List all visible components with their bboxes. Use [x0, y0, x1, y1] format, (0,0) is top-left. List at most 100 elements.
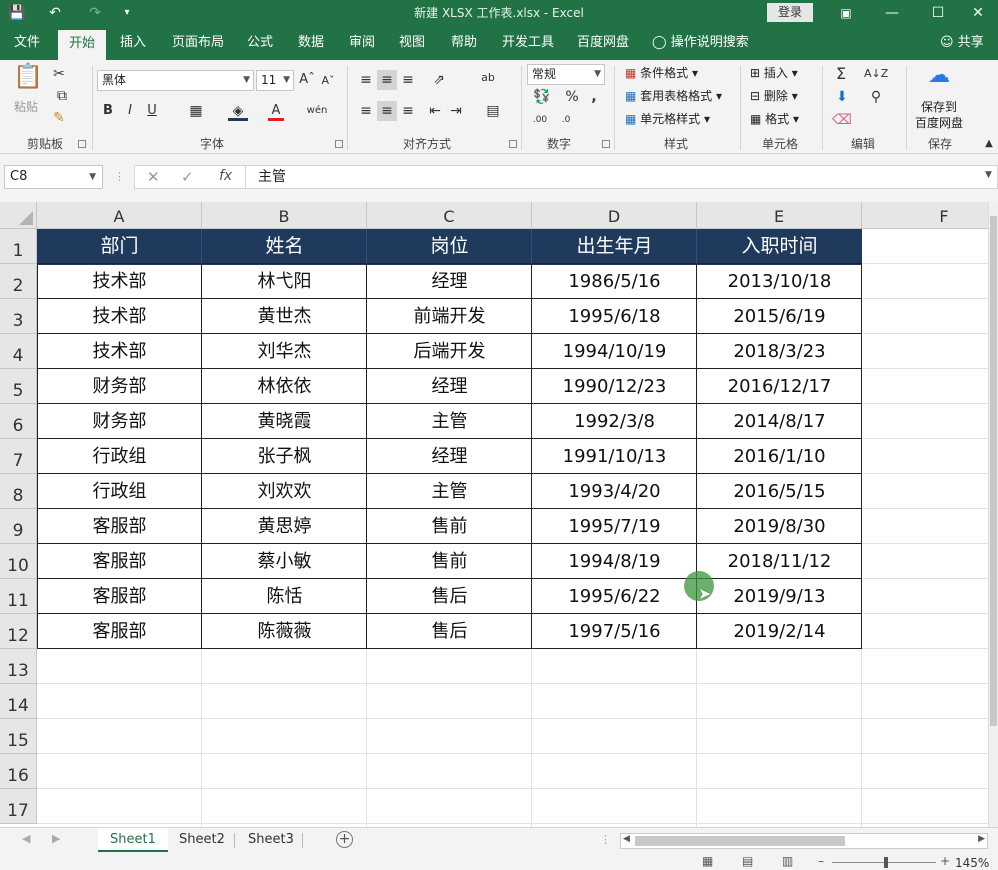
align-right-icon[interactable]: ≡ [398, 101, 418, 121]
sheet-tab-1[interactable]: Sheet1 [98, 828, 168, 852]
row-header-4[interactable]: 4 [0, 334, 37, 369]
increase-font-icon[interactable]: Aˆ [299, 70, 315, 90]
paste-icon[interactable]: 📋 [13, 64, 43, 94]
row-header-11[interactable]: 11 [0, 579, 37, 614]
table-cell[interactable]: 2014/8/17 [697, 404, 862, 439]
table-cell[interactable]: 前端开发 [367, 299, 532, 334]
format-as-table-button[interactable]: ▦ 套用表格格式 ▾ [625, 87, 722, 105]
table-cell[interactable]: 黄思婷 [202, 509, 367, 544]
table-cell[interactable]: 售后 [367, 579, 532, 614]
tab-page-layout[interactable]: 页面布局 [170, 26, 226, 60]
decrease-font-icon[interactable]: Aˇ [320, 71, 336, 91]
decrease-decimal-icon[interactable]: .0 [555, 110, 577, 130]
bold-button[interactable]: B [99, 101, 117, 121]
row-header-8[interactable]: 8 [0, 474, 37, 509]
tab-view[interactable]: 视图 [397, 26, 427, 60]
table-header-cell[interactable]: 入职时间 [697, 229, 862, 264]
page-break-view-icon[interactable]: ▥ [782, 854, 793, 868]
sort-filter-icon[interactable]: A↓Z [864, 64, 888, 84]
sheet-tab-3[interactable]: Sheet3 [236, 828, 306, 852]
tab-baidu[interactable]: 百度网盘 [575, 26, 631, 60]
table-cell[interactable]: 刘华杰 [202, 334, 367, 369]
tab-split-grip-icon[interactable]: ⋮ [600, 833, 611, 846]
table-cell[interactable]: 1994/10/19 [532, 334, 697, 369]
tab-insert[interactable]: 插入 [118, 26, 148, 60]
table-cell[interactable]: 后端开发 [367, 334, 532, 369]
table-cell[interactable]: 主管 [367, 404, 532, 439]
row-header-17[interactable]: 17 [0, 789, 37, 824]
number-launcher-icon[interactable] [602, 140, 610, 148]
accounting-format-icon[interactable]: 💱 [529, 87, 555, 107]
table-cell[interactable]: 1993/4/20 [532, 474, 697, 509]
expand-formula-icon[interactable]: ▼ [985, 170, 992, 180]
copy-icon[interactable]: ⧉ [50, 86, 74, 106]
tab-formulas[interactable]: 公式 [245, 26, 275, 60]
italic-button[interactable]: I [121, 101, 139, 121]
format-painter-icon[interactable]: ✎ [50, 108, 68, 128]
font-color-icon[interactable]: A [268, 101, 284, 121]
tell-me-search[interactable]: ◯ 操作说明搜索 [652, 26, 749, 60]
table-cell[interactable]: 客服部 [37, 509, 202, 544]
align-left-icon[interactable]: ≡ [356, 101, 376, 121]
table-cell[interactable]: 张子枫 [202, 439, 367, 474]
table-cell[interactable]: 2016/12/17 [697, 369, 862, 404]
borders-icon[interactable]: ▦ [186, 101, 206, 121]
increase-indent-icon[interactable]: ⇥ [446, 101, 466, 121]
baidu-label[interactable]: 百度网盘 [915, 114, 963, 132]
table-cell[interactable]: 2015/6/19 [697, 299, 862, 334]
column-header-b[interactable]: B [202, 202, 367, 229]
table-cell[interactable]: 财务部 [37, 369, 202, 404]
table-cell[interactable]: 2019/9/13 [697, 579, 862, 614]
formula-input[interactable]: 主管 [246, 165, 998, 189]
table-cell[interactable]: 黄世杰 [202, 299, 367, 334]
row-header-10[interactable]: 10 [0, 544, 37, 579]
table-cell[interactable]: 主管 [367, 474, 532, 509]
clipboard-launcher-icon[interactable] [78, 140, 86, 148]
comma-style-button[interactable]: , [588, 87, 600, 107]
align-bottom-icon[interactable]: ≡ [398, 70, 418, 90]
row-header-1[interactable]: 1 [0, 229, 37, 264]
table-cell[interactable]: 1995/6/22 [532, 579, 697, 614]
paste-label[interactable]: 粘贴 [14, 98, 38, 116]
zoom-slider-thumb[interactable] [884, 857, 888, 868]
table-cell[interactable]: 2013/10/18 [697, 264, 862, 299]
table-cell[interactable]: 陈恬 [202, 579, 367, 614]
column-header-d[interactable]: D [532, 202, 697, 229]
underline-button[interactable]: U [143, 101, 161, 121]
row-header-14[interactable]: 14 [0, 684, 37, 719]
insert-cells-button[interactable]: ⊞ 插入 ▾ [750, 64, 798, 82]
table-cell[interactable]: 售前 [367, 509, 532, 544]
row-header-12[interactable]: 12 [0, 614, 37, 649]
increase-decimal-icon[interactable]: .00 [529, 110, 551, 130]
table-cell[interactable]: 1990/12/23 [532, 369, 697, 404]
fill-color-icon[interactable]: ◈ [228, 101, 248, 121]
table-cell[interactable]: 2018/3/23 [697, 334, 862, 369]
table-header-cell[interactable]: 部门 [37, 229, 202, 264]
table-cell[interactable]: 2018/11/12 [697, 544, 862, 579]
table-cell[interactable]: 技术部 [37, 299, 202, 334]
table-cell[interactable]: 1992/3/8 [532, 404, 697, 439]
share-button[interactable]: ☺ 共享 [940, 26, 984, 60]
name-box[interactable]: C8 ▼ [4, 165, 103, 189]
table-cell[interactable]: 蔡小敏 [202, 544, 367, 579]
percent-style-button[interactable]: % [564, 87, 580, 107]
table-cell[interactable]: 行政组 [37, 439, 202, 474]
table-cell[interactable]: 技术部 [37, 334, 202, 369]
table-cell[interactable]: 1991/10/13 [532, 439, 697, 474]
vertical-scrollbar[interactable] [988, 202, 998, 827]
find-select-icon[interactable]: ⚲ [866, 87, 886, 107]
table-cell[interactable]: 黄晓霞 [202, 404, 367, 439]
format-cells-button[interactable]: ▦ 格式 ▾ [750, 110, 799, 128]
row-header-13[interactable]: 13 [0, 649, 37, 684]
sheet-next-icon[interactable]: ▶ [52, 832, 60, 845]
table-cell[interactable]: 售后 [367, 614, 532, 649]
table-cell[interactable]: 行政组 [37, 474, 202, 509]
table-cell[interactable]: 2016/1/10 [697, 439, 862, 474]
table-cell[interactable]: 2019/2/14 [697, 614, 862, 649]
row-header-2[interactable]: 2 [0, 264, 37, 299]
row-header-16[interactable]: 16 [0, 754, 37, 789]
enter-icon[interactable]: ✓ [181, 168, 194, 186]
zoom-out-icon[interactable]: – [818, 854, 824, 868]
login-button[interactable]: 登录 [767, 3, 813, 22]
phonetic-icon[interactable]: wén [306, 101, 328, 121]
